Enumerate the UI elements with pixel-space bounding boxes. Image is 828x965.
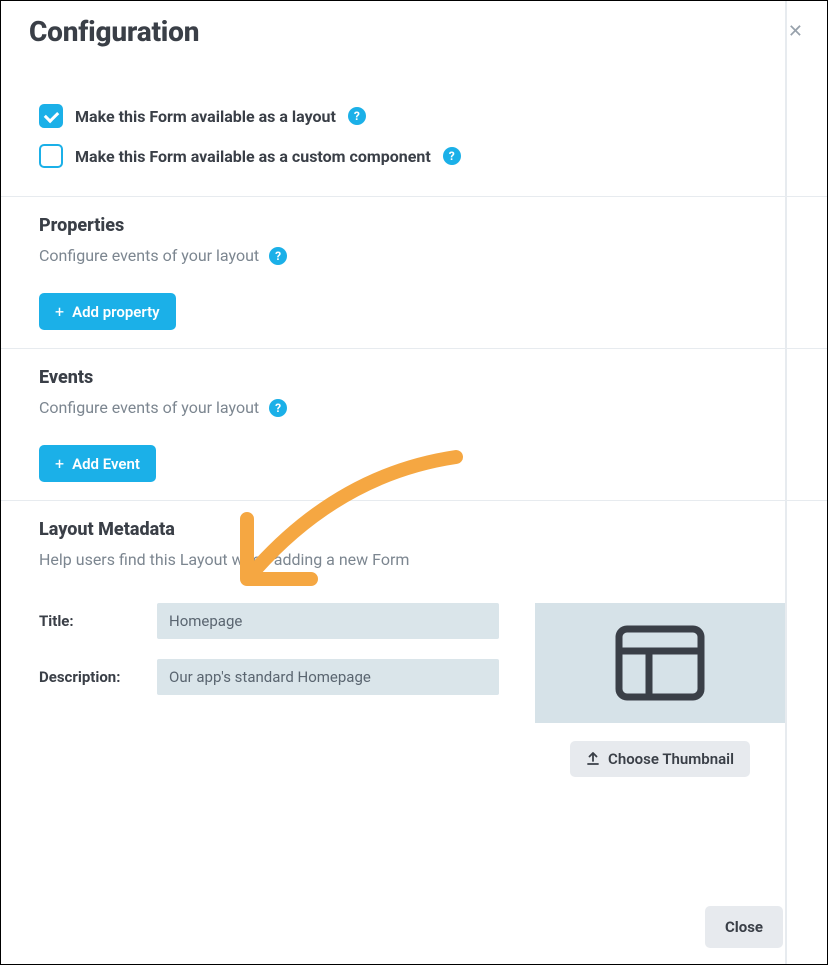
available-as-layout-checkbox[interactable] <box>39 104 63 128</box>
add-event-button[interactable]: Add Event <box>39 445 156 482</box>
help-icon[interactable]: ? <box>443 147 461 165</box>
close-icon[interactable]: ✕ <box>788 21 803 42</box>
properties-description: Configure events of your layout <box>39 246 259 265</box>
description-input[interactable] <box>157 659 499 695</box>
help-icon[interactable]: ? <box>269 399 287 417</box>
metadata-description: Help users find this Layout when adding … <box>39 550 409 569</box>
plus-icon <box>55 454 64 473</box>
close-button-label: Close <box>725 918 763 936</box>
title-field-row: Title: <box>39 603 499 639</box>
add-event-label: Add Event <box>72 455 140 473</box>
available-as-component-row: Make this Form available as a custom com… <box>39 138 789 178</box>
thumbnail-preview <box>535 603 785 723</box>
upload-icon <box>586 752 600 766</box>
metadata-description-row: Help users find this Layout when adding … <box>39 550 789 569</box>
available-as-layout-label: Make this Form available as a layout <box>75 107 336 126</box>
availability-section: Make this Form available as a layout ? M… <box>1 68 827 196</box>
properties-description-row: Configure events of your layout ? <box>39 246 789 265</box>
thumbnail-column: Choose Thumbnail <box>535 603 785 777</box>
dialog-footer: Close <box>705 906 783 948</box>
title-input[interactable] <box>157 603 499 639</box>
title-field-label: Title: <box>39 612 139 630</box>
events-description-row: Configure events of your layout ? <box>39 398 789 417</box>
description-field-row: Description: <box>39 659 499 695</box>
choose-thumbnail-button[interactable]: Choose Thumbnail <box>570 741 750 777</box>
right-edge-shadow <box>785 1 787 964</box>
properties-section: Properties Configure events of your layo… <box>1 196 827 348</box>
layout-thumbnail-icon <box>615 625 705 701</box>
add-property-label: Add property <box>72 303 160 321</box>
events-heading: Events <box>39 367 789 388</box>
available-as-layout-row: Make this Form available as a layout ? <box>39 98 789 138</box>
description-field-label: Description: <box>39 668 139 686</box>
help-icon[interactable]: ? <box>348 107 366 125</box>
metadata-body: Title: Description: <box>39 603 789 777</box>
available-as-component-checkbox[interactable] <box>39 144 63 168</box>
choose-thumbnail-label: Choose Thumbnail <box>608 750 734 768</box>
layout-metadata-section: Layout Metadata Help users find this Lay… <box>1 500 827 795</box>
help-icon[interactable]: ? <box>269 247 287 265</box>
properties-heading: Properties <box>39 215 789 236</box>
dialog-header: Configuration ✕ <box>1 1 827 68</box>
dialog-title: Configuration <box>29 15 199 48</box>
metadata-heading: Layout Metadata <box>39 519 789 540</box>
available-as-component-label: Make this Form available as a custom com… <box>75 147 431 166</box>
configuration-dialog: Configuration ✕ Make this Form available… <box>1 1 827 964</box>
events-description: Configure events of your layout <box>39 398 259 417</box>
events-section: Events Configure events of your layout ?… <box>1 348 827 500</box>
metadata-fields: Title: Description: <box>39 603 499 715</box>
add-property-button[interactable]: Add property <box>39 293 176 330</box>
close-button[interactable]: Close <box>705 906 783 948</box>
plus-icon <box>55 302 64 321</box>
